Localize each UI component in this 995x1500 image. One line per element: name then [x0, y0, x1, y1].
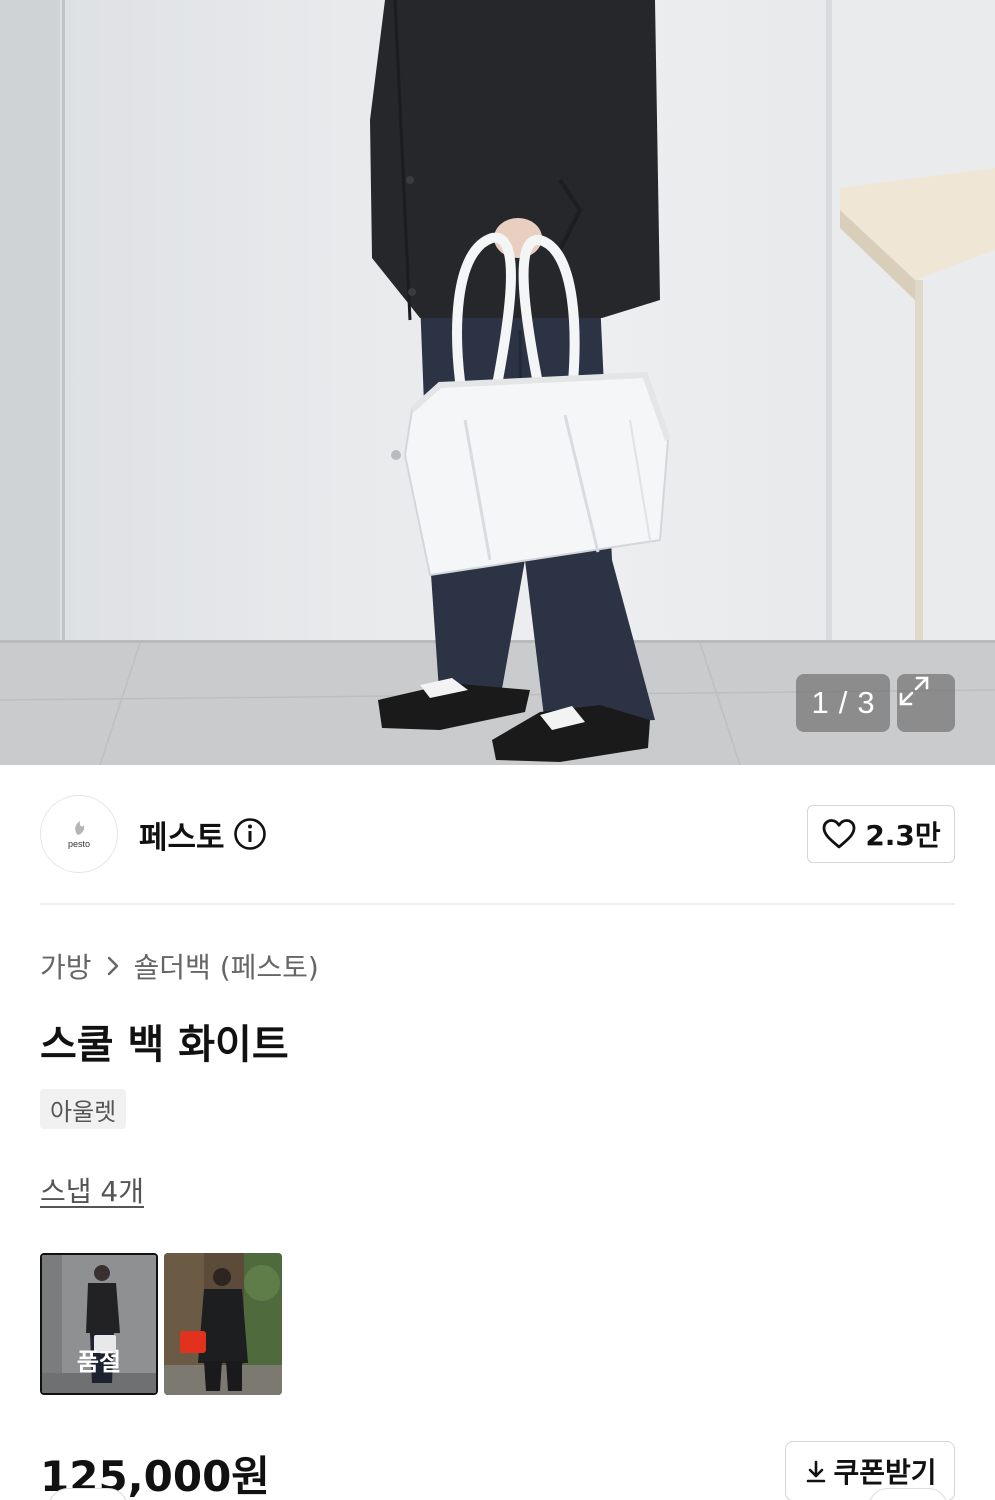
image-counter-separator: / [838, 685, 848, 720]
brand-logo-text: pesto [67, 839, 91, 849]
product-page: 1 / 3 pesto 페스토 2.3만 가방 숄더백 (페스토) 스쿨 백 화… [0, 0, 995, 1500]
snap-count-link[interactable]: 스냅 4개 [40, 1170, 144, 1210]
expand-button[interactable] [897, 674, 955, 732]
image-counter-total: 3 [857, 685, 875, 720]
heart-icon [822, 819, 856, 849]
snap-thumbnail[interactable] [164, 1253, 282, 1395]
divider [40, 903, 955, 905]
like-count: 2.3만 [865, 819, 941, 852]
like-button[interactable]: 2.3만 [807, 805, 955, 863]
partial-button-right[interactable] [868, 1488, 948, 1500]
brand-name: 페스토 [139, 819, 225, 856]
outlet-badge: 아울렛 [40, 1089, 127, 1129]
chevron-right-icon [107, 956, 118, 976]
download-icon [807, 1460, 826, 1483]
breadcrumb: 가방 숄더백 (페스토) [40, 946, 319, 986]
breadcrumb-item-subcategory[interactable]: 숄더백 (페스토) [134, 946, 319, 986]
product-title: 스쿨 백 화이트 [40, 1022, 289, 1068]
coupon-download-label: 쿠폰받기 [833, 1456, 937, 1489]
expand-icon [899, 676, 929, 706]
product-image-gallery[interactable]: 1 / 3 [0, 0, 995, 765]
image-counter: 1 / 3 [796, 674, 890, 732]
soldout-label: 품절 [76, 1348, 122, 1376]
brand-name-link[interactable]: 페스토 [139, 812, 267, 856]
breadcrumb-item-category[interactable]: 가방 [40, 946, 92, 986]
snap-photo [164, 1253, 282, 1395]
product-photo [0, 0, 995, 765]
brand-logo-mark [75, 821, 85, 835]
image-counter-current: 1 [811, 685, 829, 720]
info-icon[interactable] [233, 817, 267, 851]
partial-button-left[interactable] [48, 1488, 128, 1500]
snap-thumbnail[interactable]: 품절 [40, 1253, 158, 1395]
brand-logo[interactable]: pesto [40, 795, 118, 873]
